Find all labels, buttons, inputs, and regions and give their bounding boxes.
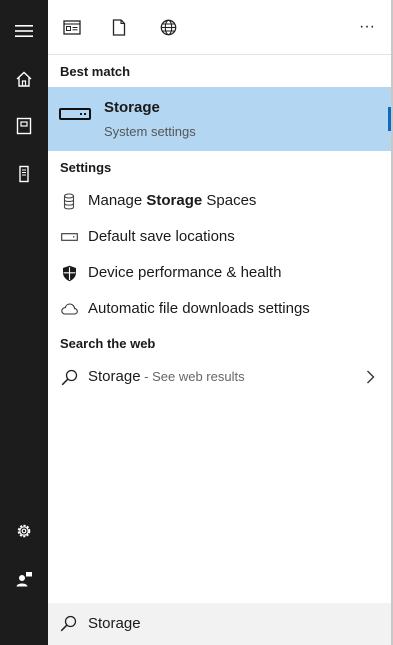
best-match-header: Best match: [60, 64, 131, 79]
result-label-prefix: Manage: [88, 192, 147, 209]
result-default-save-locations[interactable]: Default save locations: [48, 219, 391, 255]
chevron-right-icon: [367, 370, 375, 384]
search-box[interactable]: Storage: [48, 603, 391, 645]
more-options-button[interactable]: ···: [353, 13, 381, 41]
left-rail: [0, 0, 48, 645]
user-feedback-icon: [16, 572, 32, 587]
search-icon: [60, 615, 77, 632]
settings-button[interactable]: [0, 509, 48, 553]
search-input[interactable]: Storage: [88, 615, 141, 632]
web-search-result[interactable]: Storage - See web results: [48, 359, 391, 395]
document-icon: [112, 18, 126, 36]
web-filter-button[interactable]: [154, 13, 182, 41]
notebook-icon: [16, 117, 32, 135]
search-icon: [61, 369, 77, 385]
tower-device-icon: [19, 165, 29, 183]
web-results-hint: - See web results: [140, 369, 245, 384]
shield-icon: [62, 265, 76, 281]
result-manage-storage-spaces[interactable]: Manage Storage Spaces: [48, 183, 391, 219]
storage-spaces-icon: [63, 192, 75, 209]
more-options-icon: ···: [359, 18, 375, 35]
home-icon: [16, 71, 32, 87]
app-window-icon: [63, 19, 81, 35]
feedback-button[interactable]: [0, 557, 48, 601]
device-button[interactable]: [0, 152, 48, 196]
drive-icon: [59, 108, 91, 120]
web-query-text: Storage: [88, 368, 141, 385]
result-automatic-file-downloads[interactable]: Automatic file downloads settings: [48, 291, 391, 327]
gear-icon: [17, 524, 31, 538]
hamburger-icon: [15, 25, 33, 37]
best-match-title: Storage: [104, 99, 160, 116]
search-results-panel: ··· Best match Storage System settings S…: [48, 0, 393, 645]
best-match-subtitle: System settings: [104, 124, 196, 139]
notebook-button[interactable]: [0, 104, 48, 148]
filter-toolbar: ···: [48, 0, 391, 55]
apps-filter-button[interactable]: [58, 13, 86, 41]
result-label: Device performance & health: [88, 264, 282, 281]
result-label: Default save locations: [88, 228, 235, 245]
settings-header: Settings: [60, 160, 112, 175]
hamburger-menu-button[interactable]: [0, 9, 48, 53]
home-button[interactable]: [0, 57, 48, 101]
best-match-result[interactable]: Storage System settings: [48, 87, 391, 151]
selection-accent: [388, 107, 391, 131]
drive-icon: [60, 233, 78, 241]
documents-filter-button[interactable]: [105, 13, 133, 41]
result-label-match: Storage: [146, 192, 203, 209]
search-the-web-header: Search the web: [60, 336, 156, 351]
result-label-suffix: Spaces: [202, 192, 257, 209]
result-device-performance-health[interactable]: Device performance & health: [48, 255, 391, 291]
globe-icon: [160, 19, 176, 35]
cloud-icon: [60, 303, 78, 315]
result-label: Automatic file downloads settings: [88, 300, 310, 317]
